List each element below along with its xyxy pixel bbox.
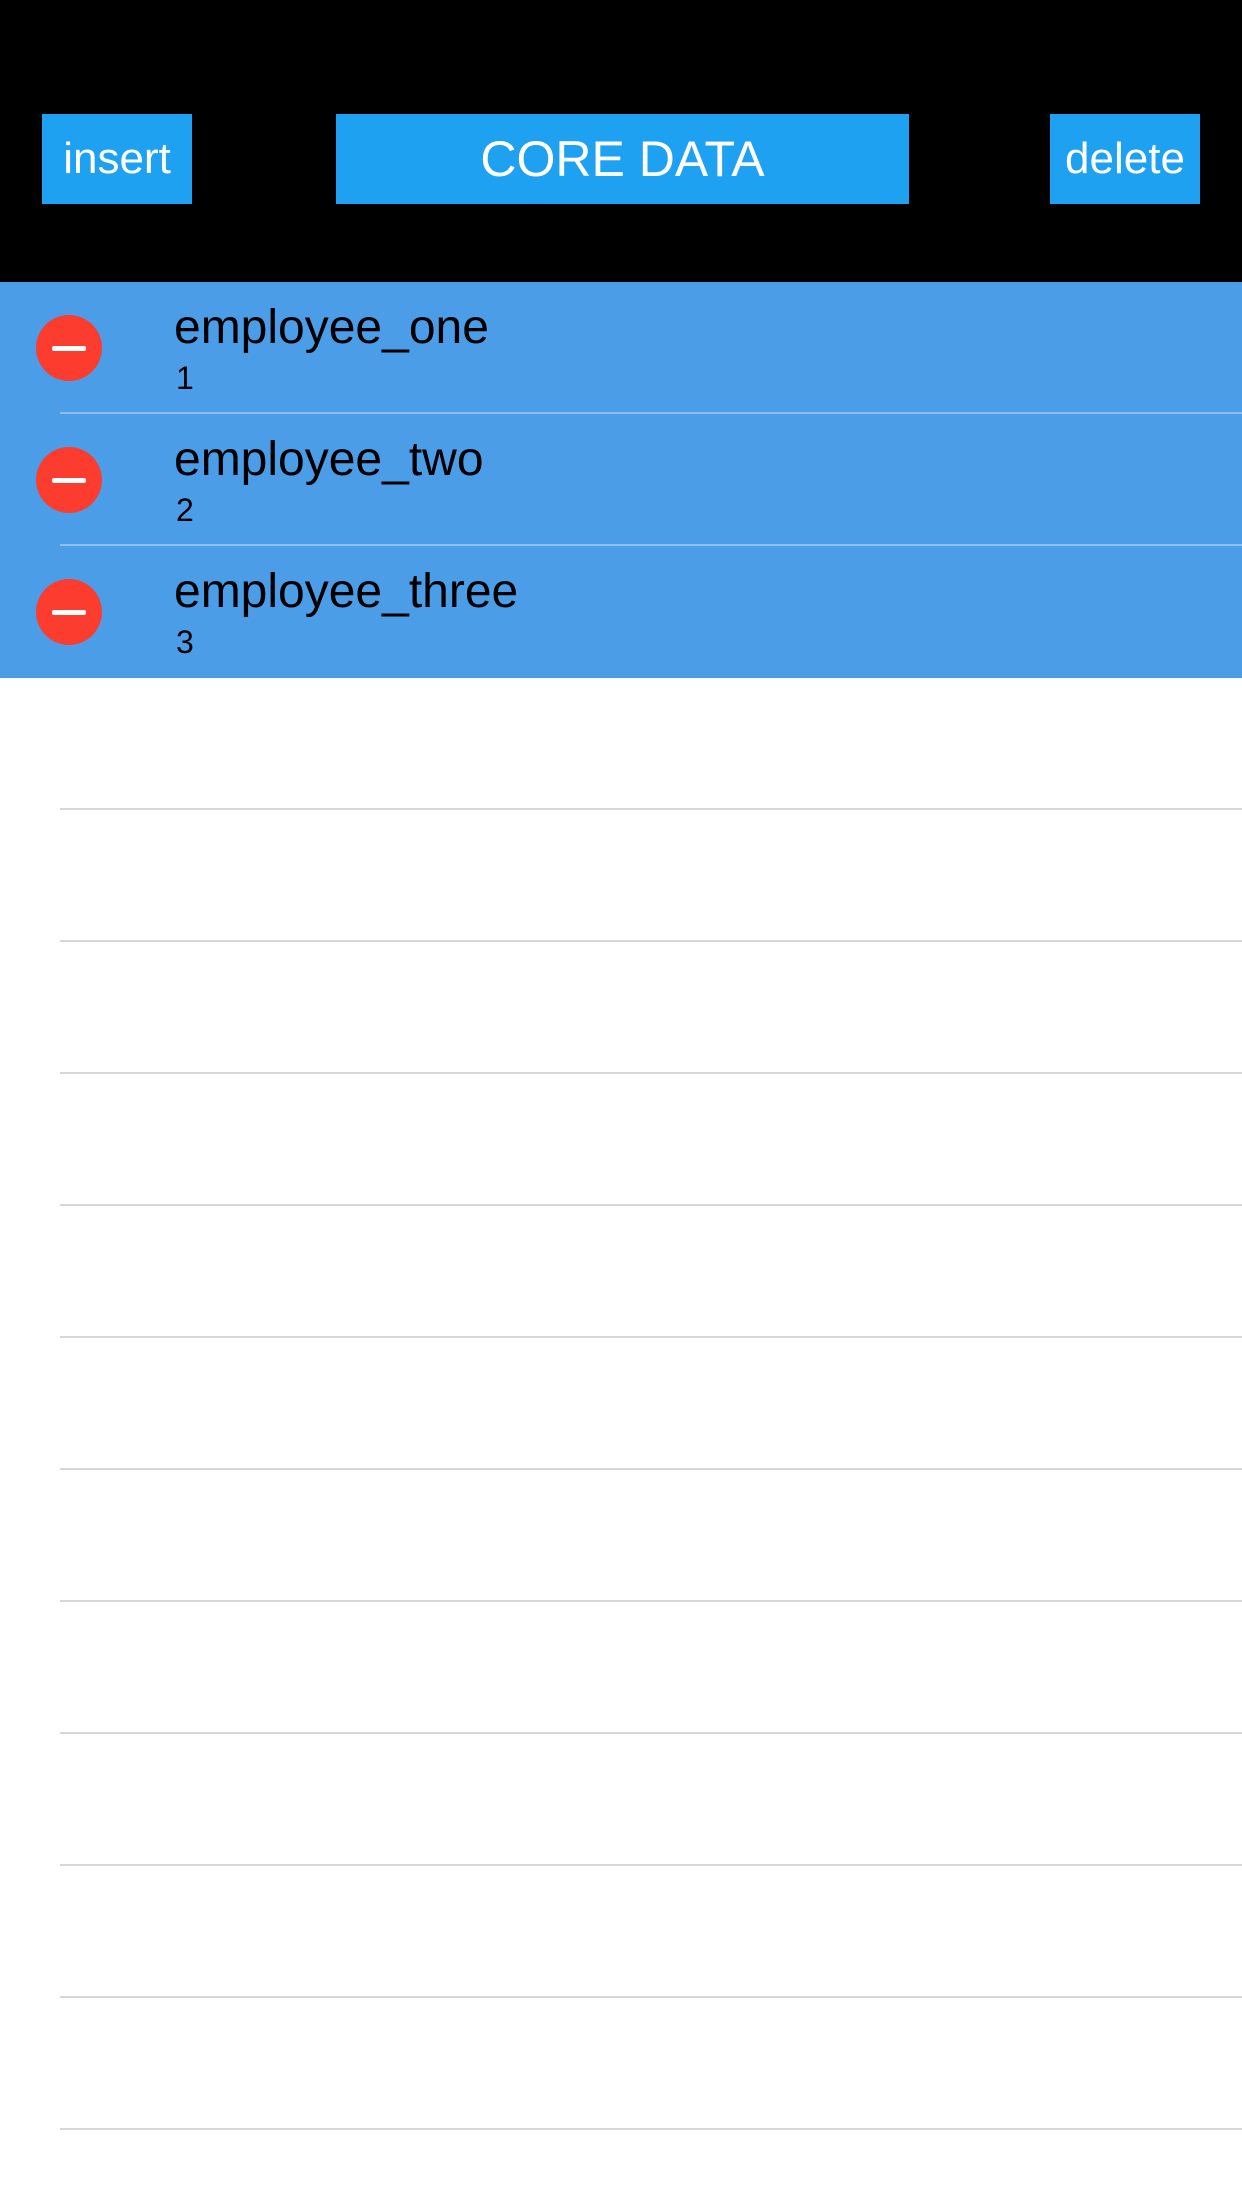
employee-name: employee_three — [174, 565, 519, 618]
insert-button[interactable]: insert — [42, 114, 192, 204]
core-data-title-button[interactable]: CORE DATA — [336, 114, 909, 204]
table-row[interactable]: employee_one 1 — [0, 282, 1242, 414]
empty-row — [0, 1470, 1242, 1602]
empty-row — [0, 810, 1242, 942]
empty-row — [0, 678, 1242, 810]
header-bar: insert CORE DATA delete — [0, 0, 1242, 282]
table-row[interactable]: employee_three 3 — [0, 546, 1242, 678]
empty-row — [0, 1074, 1242, 1206]
empty-row — [0, 1338, 1242, 1470]
row-separator — [60, 2128, 1242, 2130]
empty-row — [0, 942, 1242, 1074]
table-row[interactable]: employee_two 2 — [0, 414, 1242, 546]
employee-name: employee_two — [174, 433, 484, 486]
delete-button[interactable]: delete — [1050, 114, 1200, 204]
employee-name: employee_one — [174, 301, 489, 354]
empty-row — [0, 1602, 1242, 1734]
delete-row-icon[interactable] — [36, 447, 102, 513]
empty-row — [0, 1734, 1242, 1866]
employee-table: employee_one 1 employee_two 2 employee_t… — [0, 282, 1242, 2208]
employee-id: 1 — [176, 360, 194, 396]
empty-row — [0, 1206, 1242, 1338]
empty-row — [0, 1998, 1242, 2130]
employee-id: 3 — [176, 624, 194, 660]
employee-id: 2 — [176, 492, 194, 528]
empty-row — [0, 1866, 1242, 1998]
app-screen: insert CORE DATA delete employee_one 1 e… — [0, 0, 1242, 2208]
delete-row-icon[interactable] — [36, 579, 102, 645]
delete-row-icon[interactable] — [36, 315, 102, 381]
